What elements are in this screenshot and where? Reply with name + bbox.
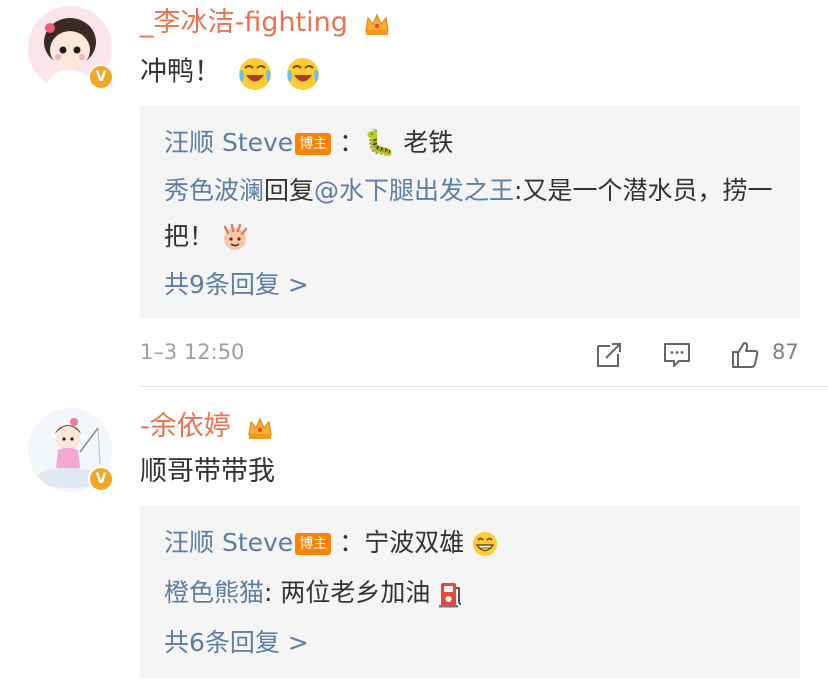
reply-author[interactable]: 汪顺 Steve bbox=[164, 528, 293, 557]
laugh-cry-emoji-icon bbox=[238, 58, 271, 90]
reply-text: ：宁波双雄 bbox=[339, 528, 465, 557]
mention-link[interactable]: @水下腿出发之王 bbox=[314, 176, 514, 205]
blogger-badge: 博主 bbox=[295, 533, 332, 555]
crown-icon bbox=[365, 13, 390, 35]
blogger-badge: 博主 bbox=[295, 133, 332, 155]
reply-line: 秀色波澜回复@水下腿出发之王:又是一个潜水员，捞一把！ bbox=[164, 168, 776, 260]
comment-icon[interactable] bbox=[662, 340, 692, 370]
comment-time: 1–3 12:50 bbox=[140, 340, 245, 364]
reply-line: 汪顺 Steve 博主 ：宁波双雄 bbox=[164, 518, 776, 568]
verified-v-icon: V bbox=[88, 466, 114, 492]
laugh-cry-emoji-icon bbox=[287, 58, 320, 90]
comment-text: 顺哥带带我 bbox=[140, 456, 275, 487]
reply-text: ：🐛 老铁 bbox=[339, 128, 454, 157]
username-text[interactable]: -余依婷 bbox=[140, 411, 231, 442]
repost-icon[interactable] bbox=[594, 340, 624, 370]
reply-text: : 两位老乡加油 bbox=[264, 578, 431, 607]
grin-emoji-icon bbox=[473, 532, 498, 556]
like-count: 87 bbox=[772, 340, 799, 364]
view-more-replies-link[interactable]: 共6条回复 > bbox=[164, 618, 776, 668]
comment-content: 顺哥带带我 bbox=[140, 454, 275, 490]
comment-content: 冲鸭！ bbox=[140, 54, 322, 92]
thumbs-up-icon[interactable] bbox=[730, 340, 760, 370]
reply-line: 汪顺 Steve 博主 ：🐛 老铁 bbox=[164, 118, 776, 168]
fuel-pump-emoji-icon bbox=[439, 583, 462, 608]
reply-author[interactable]: 秀色波澜 bbox=[164, 176, 264, 205]
username[interactable]: _李冰洁-fighting bbox=[140, 6, 392, 40]
crown-icon bbox=[248, 417, 273, 439]
reply-author[interactable]: 汪顺 Steve bbox=[164, 128, 293, 157]
avatar[interactable]: V bbox=[28, 6, 114, 90]
comment-meta-bar: 1–3 12:50 87 bbox=[140, 336, 800, 376]
username[interactable]: -余依婷 bbox=[140, 410, 275, 444]
comment-item: V _李冰洁-fighting 冲鸭！ 汪顺 Steve 博主 ：🐛 老铁 秀色… bbox=[0, 0, 828, 390]
reply-line: 橙色熊猫: 两位老乡加油 bbox=[164, 568, 776, 618]
divider bbox=[140, 386, 828, 387]
avatar[interactable]: V bbox=[28, 408, 114, 492]
grab-emoji-icon bbox=[223, 223, 248, 250]
reply-text: 回复 bbox=[264, 176, 315, 205]
verified-v-icon: V bbox=[88, 64, 114, 90]
username-text[interactable]: _李冰洁-fighting bbox=[140, 7, 348, 38]
reply-preview-box[interactable]: 汪顺 Steve 博主 ：宁波双雄 橙色熊猫: 两位老乡加油 共6条回复 > bbox=[140, 506, 800, 678]
comment-item: V -余依婷 顺哥带带我 汪顺 Steve 博主 ：宁波双雄 橙色熊猫: 两位老乡加… bbox=[0, 390, 828, 690]
comment-text: 冲鸭！ bbox=[140, 56, 221, 88]
view-more-replies-link[interactable]: 共9条回复 > bbox=[164, 260, 776, 310]
reply-preview-box[interactable]: 汪顺 Steve 博主 ：🐛 老铁 秀色波澜回复@水下腿出发之王:又是一个潜水员，捞… bbox=[140, 106, 800, 318]
reply-author[interactable]: 橙色熊猫 bbox=[164, 578, 264, 607]
